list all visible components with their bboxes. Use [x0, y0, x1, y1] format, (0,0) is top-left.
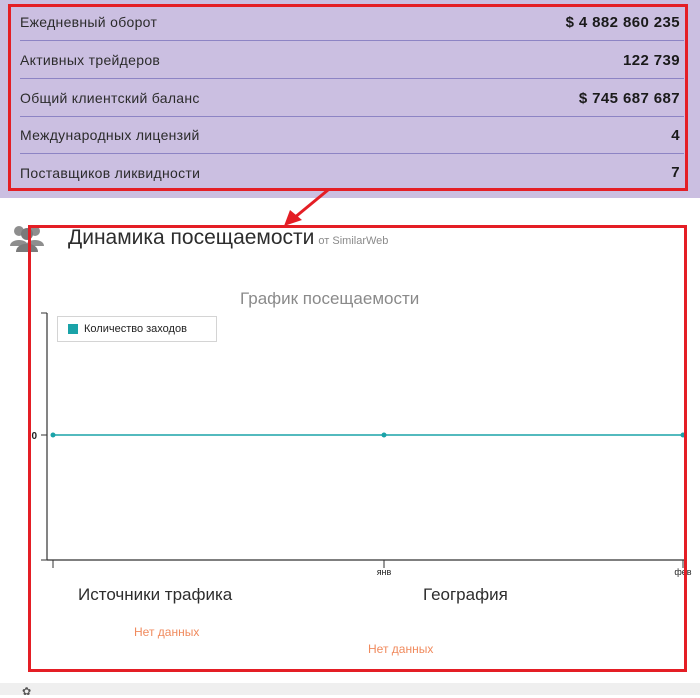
award-icon: ✿ — [22, 686, 32, 698]
traffic-highlight-frame — [28, 225, 687, 672]
next-section-strip — [0, 683, 700, 695]
stats-highlight-frame — [8, 4, 688, 191]
